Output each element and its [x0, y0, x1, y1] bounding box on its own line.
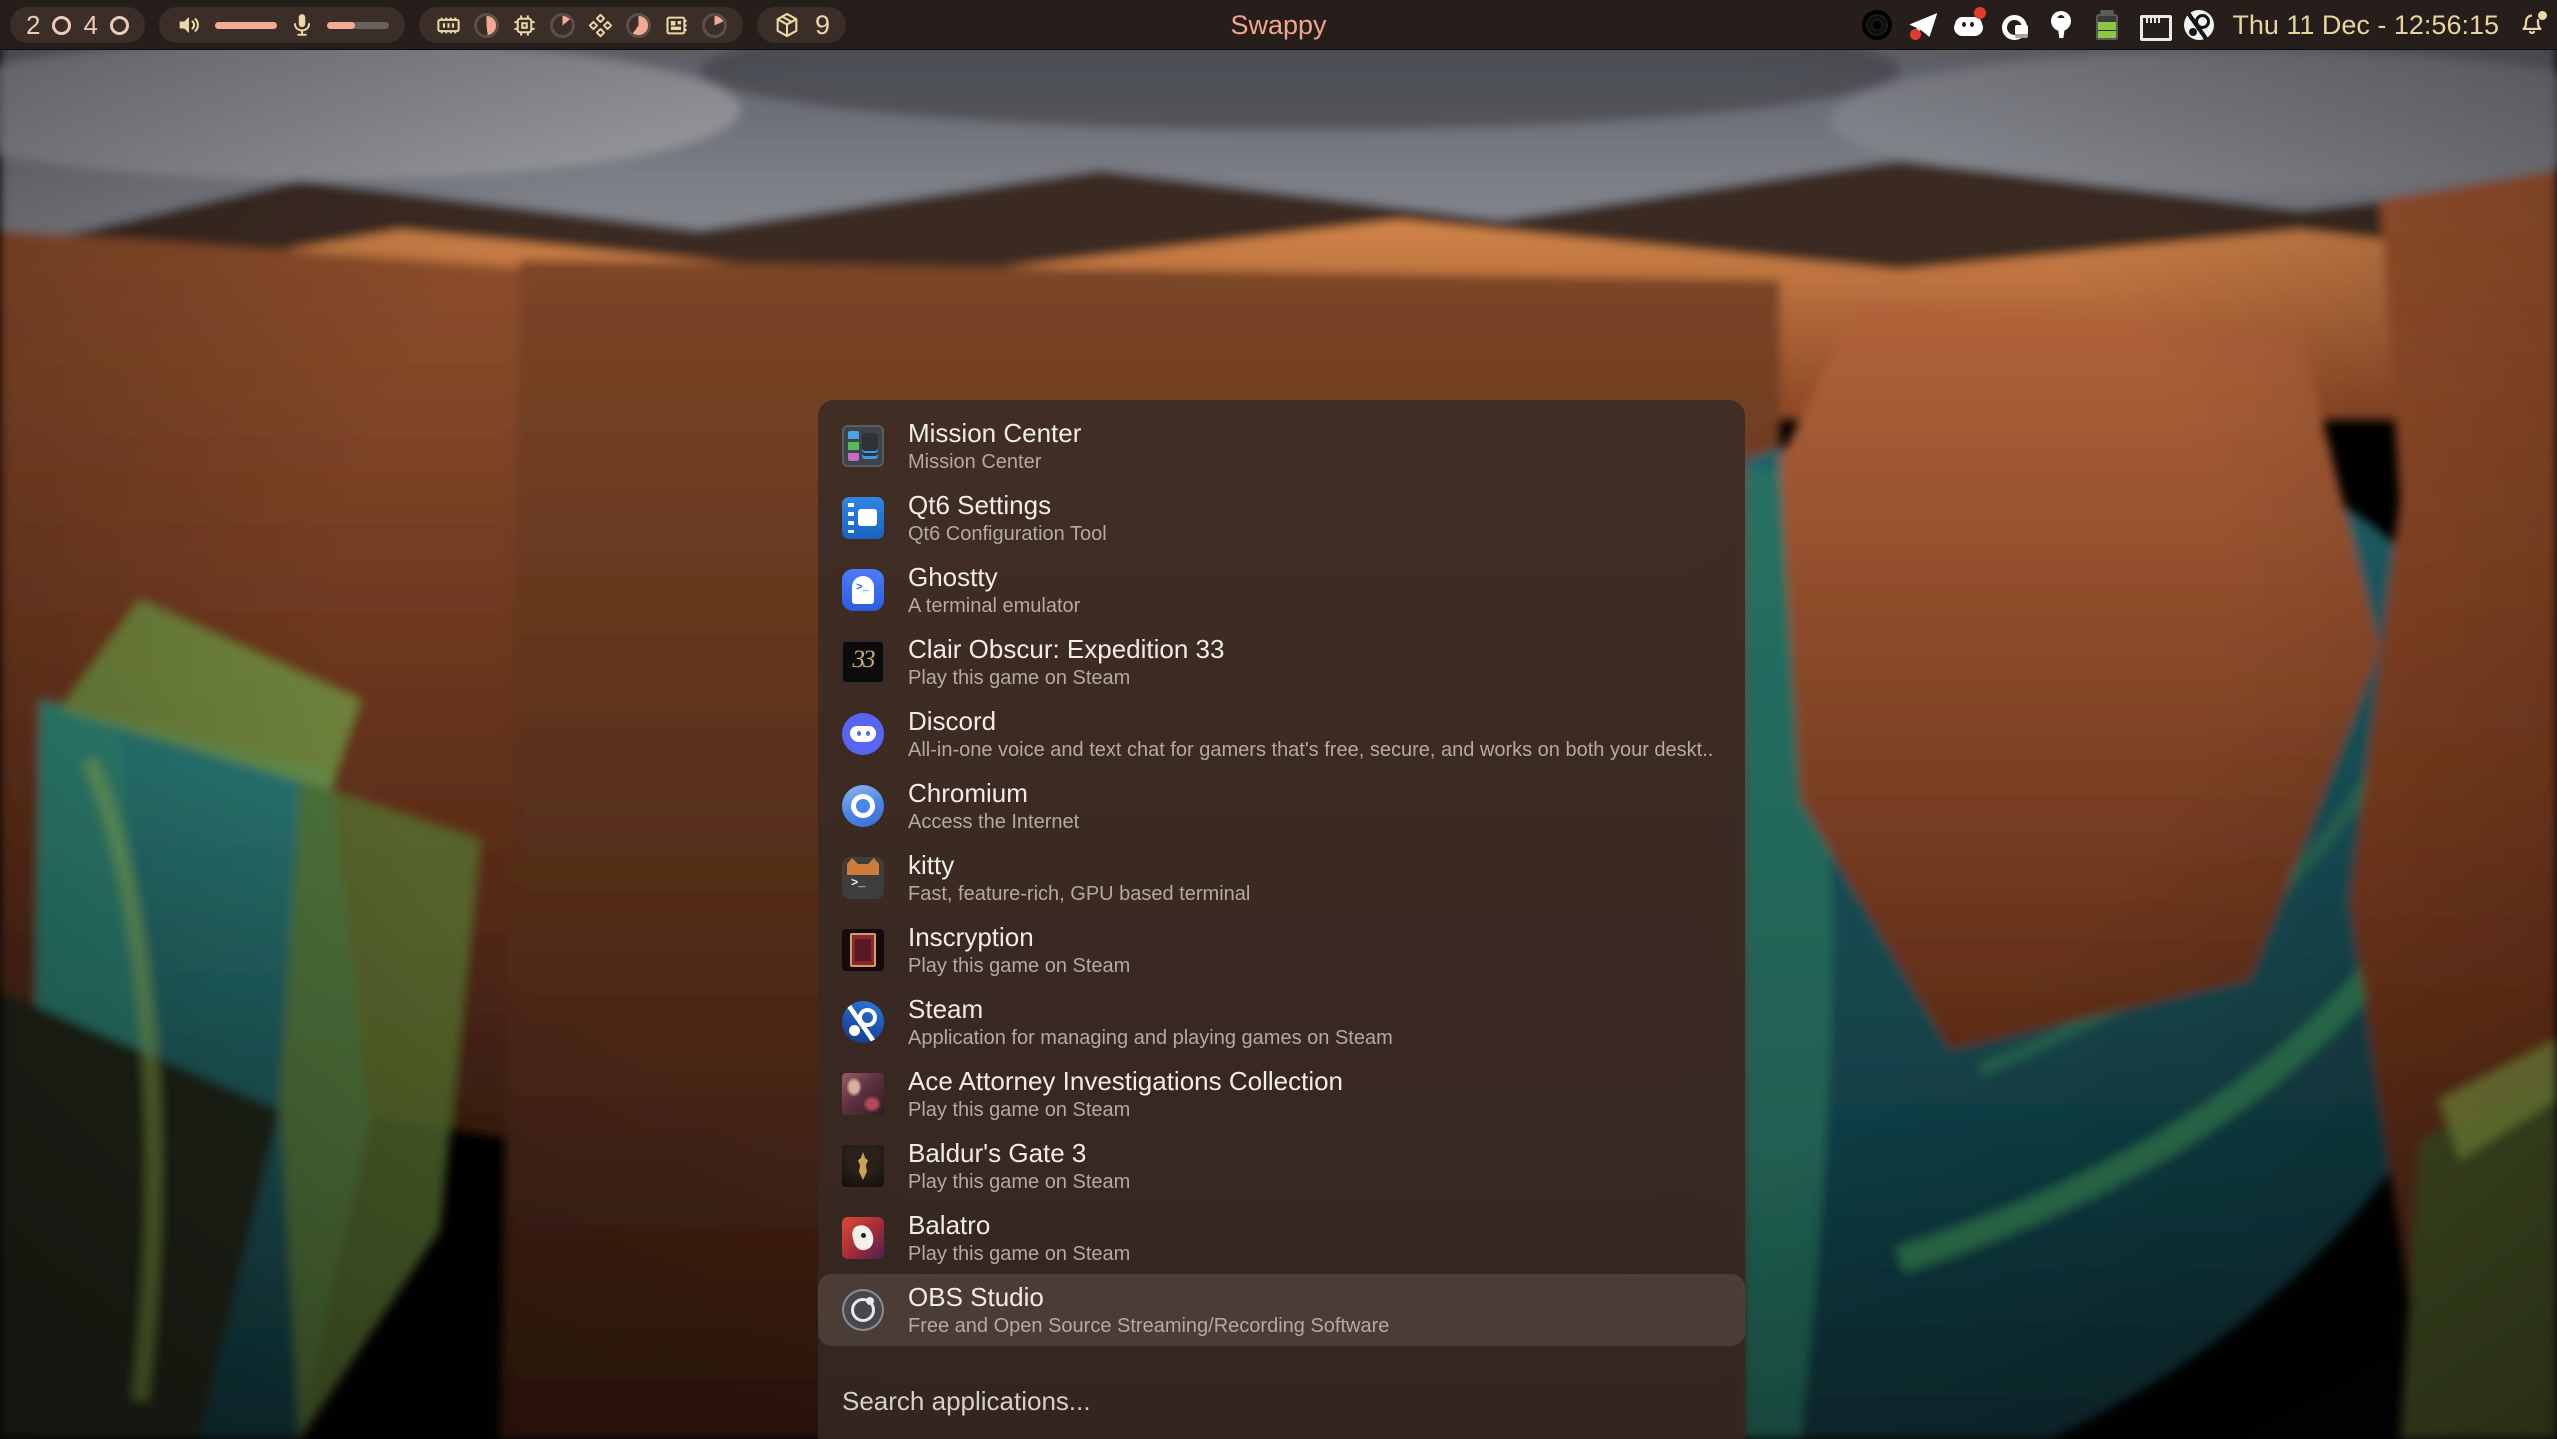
ghostty-app-icon — [842, 569, 884, 611]
launcher-item-steam[interactable]: Steam Application for managing and playi… — [818, 986, 1745, 1058]
obs-studio-app-icon — [842, 1289, 884, 1331]
app-name: Ace Attorney Investigations Collection — [908, 1067, 1343, 1095]
app-name: Clair Obscur: Expedition 33 — [908, 635, 1224, 663]
app-name: Qt6 Settings — [908, 491, 1107, 519]
app-description: Play this game on Steam — [908, 1099, 1343, 1121]
app-description: Play this game on Steam — [908, 667, 1224, 689]
notification-bell-icon[interactable] — [2517, 10, 2547, 40]
app-description: Mission Center — [908, 451, 1081, 473]
app-name: Ghostty — [908, 563, 1080, 591]
app-description: Application for managing and playing gam… — [908, 1027, 1393, 1049]
qt6-settings-app-icon — [842, 497, 884, 539]
launcher-item-clair-obscur[interactable]: Clair Obscur: Expedition 33 Play this ga… — [818, 626, 1745, 698]
keepassxc-tray-icon[interactable] — [2000, 10, 2030, 40]
app-description: Free and Open Source Streaming/Recording… — [908, 1315, 1389, 1337]
mission-center-app-icon — [842, 425, 884, 467]
app-description: All-in-one voice and text chat for gamer… — [908, 739, 1713, 761]
app-name: Chromium — [908, 779, 1079, 807]
battery-tray-icon[interactable] — [2092, 10, 2122, 40]
app-name: OBS Studio — [908, 1283, 1389, 1311]
app-name: Discord — [908, 707, 1713, 735]
launcher-item-mission-center[interactable]: Mission Center Mission Center — [818, 410, 1745, 482]
launcher-item-ace-attorney[interactable]: Ace Attorney Investigations Collection P… — [818, 1058, 1745, 1130]
ace-attorney-app-icon — [842, 1073, 884, 1115]
app-name: Mission Center — [908, 419, 1081, 447]
app-description: Access the Internet — [908, 811, 1079, 833]
app-description: Play this game on Steam — [908, 955, 1130, 977]
launcher-item-obs-studio[interactable]: OBS Studio Free and Open Source Streamin… — [818, 1274, 1745, 1346]
status-bar: 24 9 Swappy — [0, 0, 2557, 50]
clock[interactable]: Thu 11 Dec - 12:56:15 — [2232, 10, 2499, 41]
status-bar-right: Thu 11 Dec - 12:56:15 — [1862, 0, 2547, 50]
discord-app-icon — [842, 713, 884, 755]
app-launcher-panel: Mission Center Mission Center Qt6 Settin… — [818, 400, 1745, 1439]
app-name: kitty — [908, 851, 1250, 879]
telegram-tray-icon[interactable] — [1908, 10, 1938, 40]
steam-app-icon — [842, 1001, 884, 1043]
app-name: Balatro — [908, 1211, 1130, 1239]
baldurs-gate-3-app-icon — [842, 1145, 884, 1187]
launcher-item-ghostty[interactable]: Ghostty A terminal emulator — [818, 554, 1745, 626]
app-description: Play this game on Steam — [908, 1171, 1130, 1193]
launcher-item-balatro[interactable]: Balatro Play this game on Steam — [818, 1202, 1745, 1274]
app-description: Fast, feature-rich, GPU based terminal — [908, 883, 1250, 905]
focused-window-title: Swappy — [1230, 10, 1326, 41]
balatro-app-icon — [842, 1217, 884, 1259]
clair-obscur-app-icon — [842, 641, 884, 683]
app-list: Mission Center Mission Center Qt6 Settin… — [818, 400, 1745, 1346]
discord-tray-icon[interactable] — [1954, 10, 1984, 40]
discord-notification-badge — [1974, 7, 1986, 19]
app-description: Play this game on Steam — [908, 1243, 1130, 1265]
app-name: Inscryption — [908, 923, 1130, 951]
app-name: Steam — [908, 995, 1393, 1023]
launcher-item-qt6-settings[interactable]: Qt6 Settings Qt6 Configuration Tool — [818, 482, 1745, 554]
openkeychain-tray-icon[interactable] — [2046, 10, 2076, 40]
launcher-item-kitty[interactable]: kitty Fast, feature-rich, GPU based term… — [818, 842, 1745, 914]
search-input[interactable]: Search applications... — [842, 1386, 1091, 1417]
app-description: Qt6 Configuration Tool — [908, 523, 1107, 545]
launcher-item-inscryption[interactable]: Inscryption Play this game on Steam — [818, 914, 1745, 986]
launcher-item-discord[interactable]: Discord All-in-one voice and text chat f… — [818, 698, 1745, 770]
desktop: 24 9 Swappy — [0, 0, 2557, 1439]
steam-tray-icon[interactable] — [2184, 10, 2214, 40]
system-tray — [1862, 10, 2214, 40]
launcher-item-chromium[interactable]: Chromium Access the Internet — [818, 770, 1745, 842]
network-tray-icon[interactable] — [2138, 10, 2168, 40]
steelseries-tray-icon[interactable] — [1862, 10, 1892, 40]
app-description: A terminal emulator — [908, 595, 1080, 617]
inscryption-app-icon — [842, 929, 884, 971]
chromium-app-icon — [842, 785, 884, 827]
notification-dot — [2538, 11, 2547, 20]
launcher-item-baldurs-gate-3[interactable]: Baldur's Gate 3 Play this game on Steam — [818, 1130, 1745, 1202]
app-name: Baldur's Gate 3 — [908, 1139, 1130, 1167]
kitty-app-icon — [842, 857, 884, 899]
